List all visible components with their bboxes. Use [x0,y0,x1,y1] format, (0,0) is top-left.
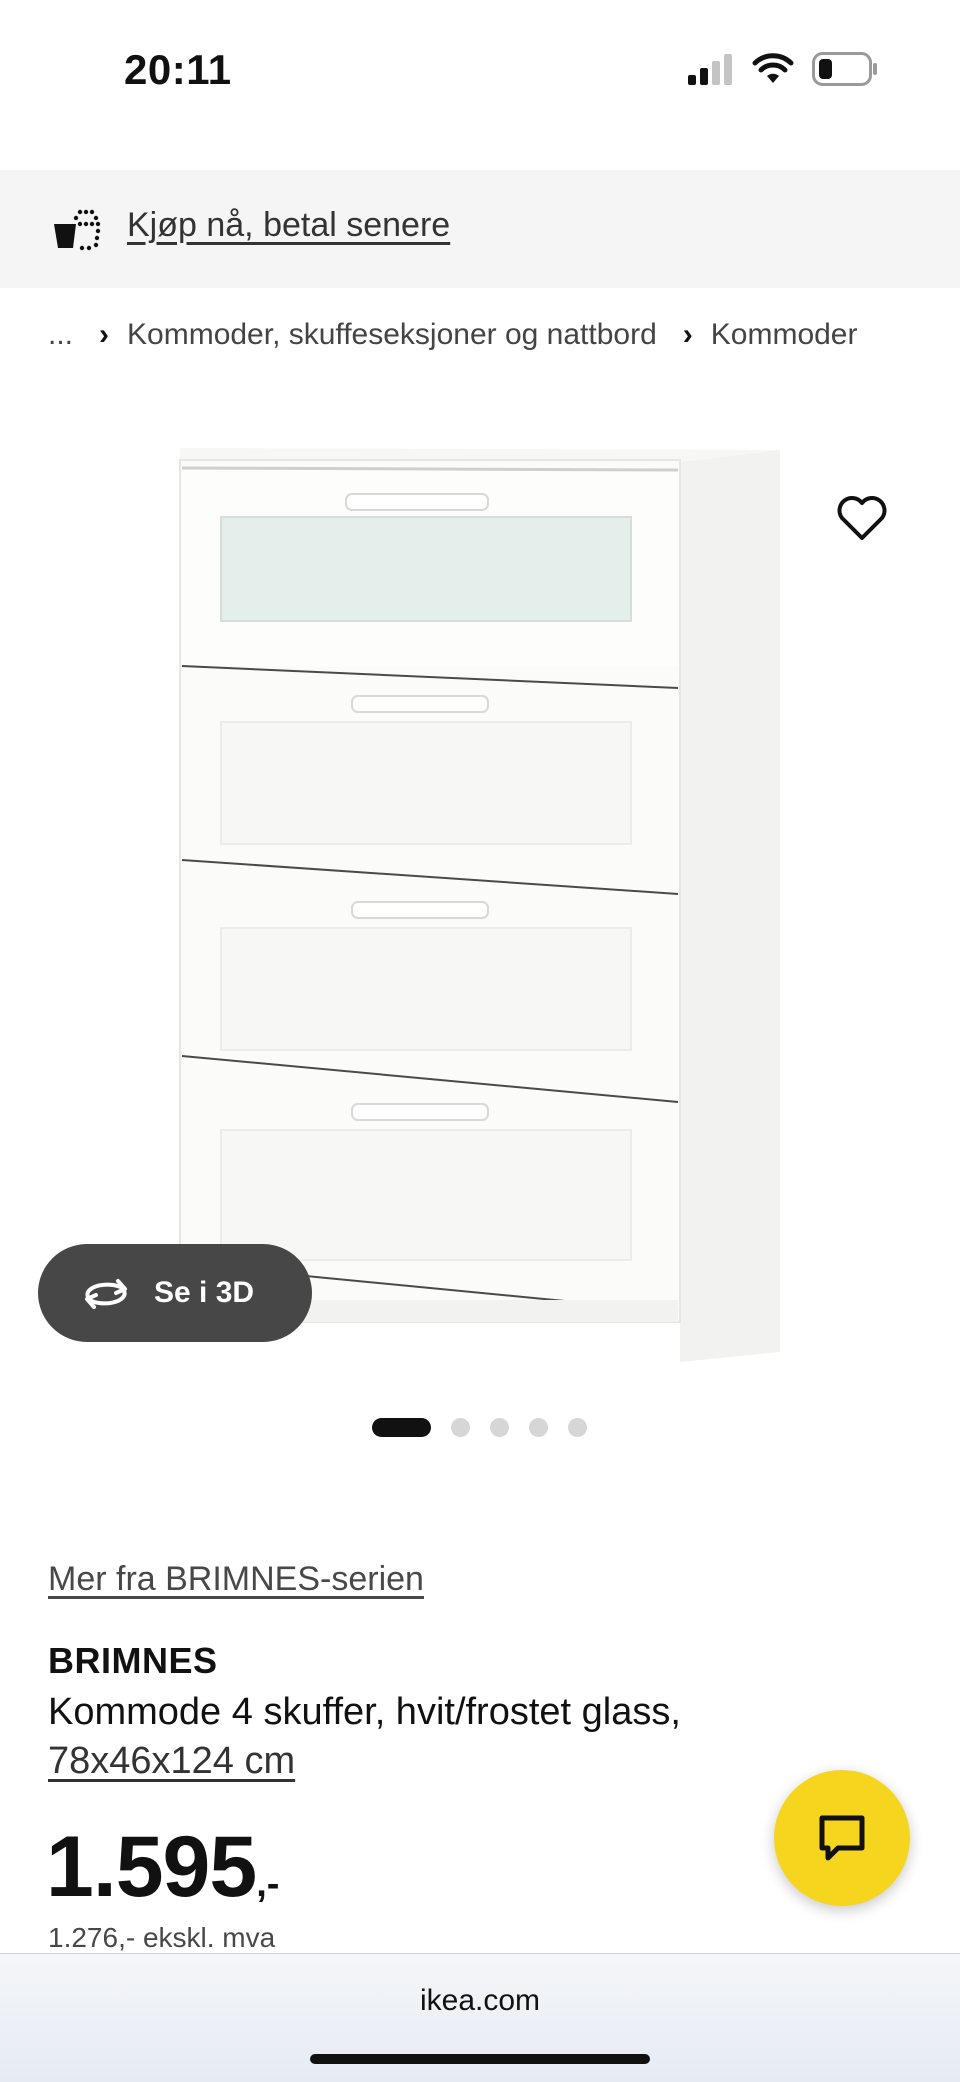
chevron-right-icon: › [99,318,110,351]
shopping-bag-icon [54,209,101,251]
price-excluding-vat: 1.276,- ekskl. mva [48,1922,276,1953]
breadcrumb-item-chests-of-drawers[interactable]: Kommoder, skuffeseksjoner og nattbord [127,318,657,352]
carousel-dot-3[interactable] [490,1418,509,1437]
product-size-link[interactable]: 78x46x124 cm [48,1740,295,1782]
home-indicator[interactable] [310,2054,650,2064]
view-in-3d-label: Se i 3D [154,1276,255,1309]
buy-now-pay-later-link[interactable]: Kjøp nå, betal senere [127,206,450,245]
product-description-text: Kommode 4 skuffer, hvit/frostet glass, [48,1691,681,1733]
status-icons [686,52,878,86]
breadcrumb-item-dressers[interactable]: Kommoder [711,318,858,352]
chat-button[interactable] [774,1770,910,1906]
carousel-dot-4[interactable] [529,1418,548,1437]
status-bar: 20:11 [0,0,960,150]
breadcrumb: ... › Kommoder, skuffeseksjoner og nattb… [48,318,857,352]
browser-bottom-bar: ikea.com [0,1953,960,2082]
cellular-signal-icon [688,54,732,85]
breadcrumb-item-ellipsis[interactable]: ... [48,318,73,352]
price-suffix: ,- [256,1863,280,1905]
url-field[interactable]: ikea.com [0,1984,960,2018]
view-in-3d-button[interactable]: Se i 3D [38,1244,312,1342]
wifi-icon [752,53,794,83]
promo-bar: Kjøp nå, betal senere [0,170,960,288]
chevron-right-icon: › [682,318,693,351]
product-name: BRIMNES [48,1640,218,1681]
carousel-dot-2[interactable] [451,1418,470,1437]
battery-icon [812,52,877,86]
image-carousel-dots [372,1418,587,1437]
product-description: Kommode 4 skuffer, hvit/frostet glass, 7… [48,1688,808,1786]
product-price: 1.595,- [46,1818,279,1917]
status-time: 20:11 [124,46,232,93]
carousel-dot-5[interactable] [568,1418,587,1437]
favorite-heart-icon[interactable] [836,494,888,542]
rotate-3d-icon [85,1279,127,1309]
series-link[interactable]: Mer fra BRIMNES-serien [48,1560,424,1599]
carousel-dot-1[interactable] [372,1418,431,1437]
chat-bubble-icon [819,1815,865,1861]
price-amount: 1.595 [46,1819,257,1915]
